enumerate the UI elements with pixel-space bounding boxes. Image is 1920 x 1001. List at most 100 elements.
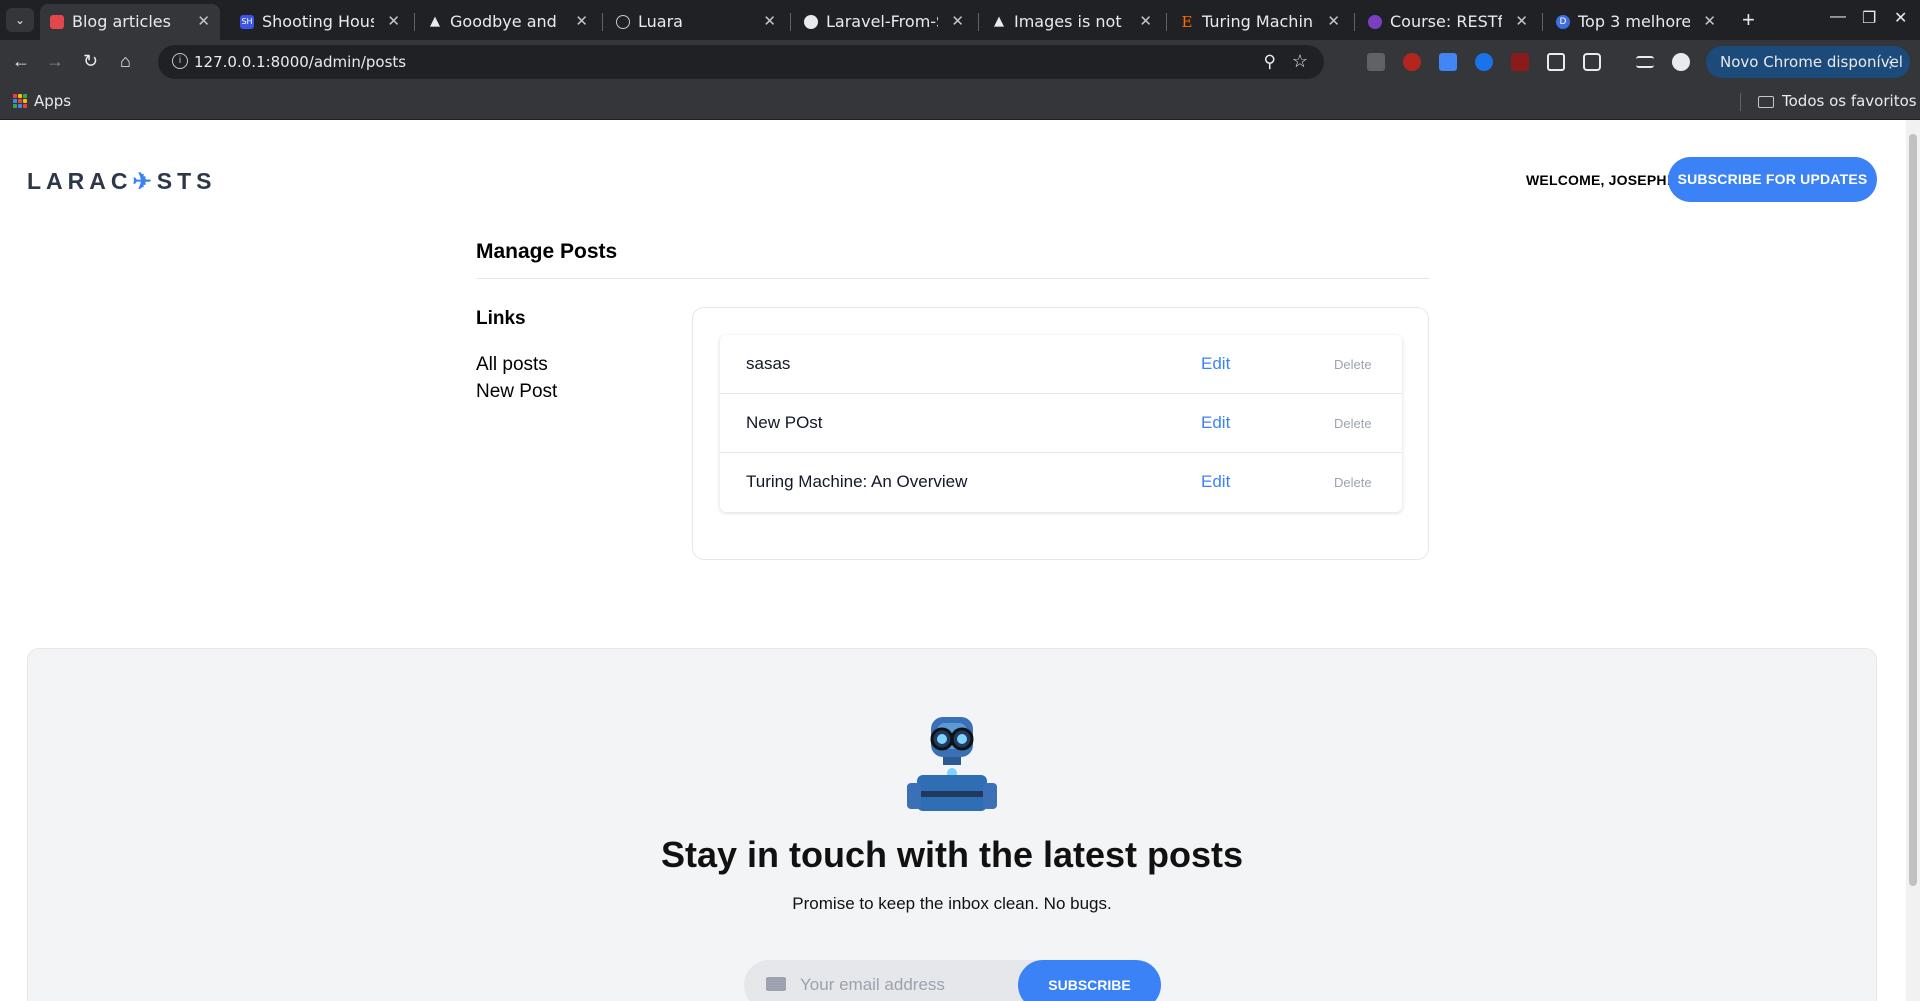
subscribe-for-updates-button[interactable]: SUBSCRIBE FOR UPDATES bbox=[1668, 157, 1877, 202]
tab-title: Blog articles bbox=[72, 12, 171, 31]
chrome-update-button[interactable]: Novo Chrome disponível ⋮ bbox=[1706, 46, 1910, 78]
close-tab-icon[interactable]: ✕ bbox=[1327, 12, 1340, 30]
apps-grid-icon[interactable] bbox=[13, 94, 27, 108]
delete-post-button[interactable]: Delete bbox=[1334, 416, 1372, 431]
tab-extension-icon[interactable] bbox=[1547, 53, 1565, 71]
scrollbar-thumb[interactable] bbox=[1909, 134, 1917, 886]
new-post-link[interactable]: New Post bbox=[476, 381, 557, 403]
new-tab-button[interactable]: + bbox=[1742, 7, 1755, 33]
edit-post-link[interactable]: Edit bbox=[1201, 413, 1230, 433]
triangle-favicon-icon: ▲ bbox=[430, 14, 440, 29]
close-tab-icon[interactable]: ✕ bbox=[1515, 12, 1528, 30]
zoom-icon[interactable]: ⚲ bbox=[1264, 52, 1276, 72]
links-heading: Links bbox=[476, 308, 526, 329]
folder-icon bbox=[1758, 96, 1774, 108]
laracasts-logo[interactable]: LARAC✈STS bbox=[27, 168, 217, 195]
openai-favicon-icon bbox=[616, 15, 630, 29]
laravel-favicon-icon bbox=[50, 15, 64, 29]
ublock-extension-icon[interactable] bbox=[1403, 53, 1421, 71]
browser-toolbar: ← → ↻ ⌂ i 127.0.0.1:8000/admin/posts ⚲ ☆… bbox=[0, 40, 1920, 84]
close-tab-icon[interactable]: ✕ bbox=[1139, 12, 1152, 30]
close-window-icon[interactable]: ✕ bbox=[1894, 8, 1907, 28]
newsletter-subtitle: Promise to keep the inbox clean. No bugs… bbox=[792, 894, 1112, 913]
reload-icon[interactable]: ↻ bbox=[83, 51, 98, 72]
edit-post-link[interactable]: Edit bbox=[1201, 472, 1230, 492]
triangle-favicon-icon: ▲ bbox=[994, 14, 1004, 29]
restore-icon[interactable]: ❐ bbox=[1862, 8, 1876, 28]
h-extension-icon[interactable] bbox=[1511, 53, 1529, 71]
subscribe-button[interactable]: SUBSCRIBE bbox=[1018, 960, 1161, 1001]
course-favicon-icon bbox=[1368, 15, 1382, 29]
tab-luara[interactable]: Luara ✕ bbox=[606, 4, 786, 40]
tab-top3[interactable]: D Top 3 melhores a ✕ bbox=[1546, 4, 1726, 40]
close-tab-icon[interactable]: ✕ bbox=[387, 12, 400, 30]
shazam-extension-icon[interactable] bbox=[1475, 53, 1493, 71]
delete-post-button[interactable]: Delete bbox=[1334, 357, 1372, 372]
encyclopedia-favicon-icon: E bbox=[1181, 13, 1193, 31]
apps-bookmark[interactable]: Apps bbox=[34, 92, 71, 110]
tab-title: Laravel-From-Scr bbox=[826, 12, 938, 31]
minimize-icon[interactable]: — bbox=[1830, 8, 1846, 26]
tab-divider bbox=[978, 13, 979, 31]
github-favicon-icon bbox=[804, 15, 818, 29]
paper-plane-icon: ✈ bbox=[132, 168, 157, 194]
post-title: New POst bbox=[746, 413, 823, 432]
bookmarks-bar: Apps Todos os favoritos bbox=[0, 84, 1920, 120]
delete-post-button[interactable]: Delete bbox=[1334, 475, 1372, 490]
page-viewport: LARAC✈STS WELCOME, JOSEPH! SUBSCRIBE FOR… bbox=[0, 120, 1920, 1001]
table-row: Turing Machine: An Overview Edit Delete bbox=[720, 453, 1402, 512]
close-tab-icon[interactable]: ✕ bbox=[575, 12, 588, 30]
tab-images[interactable]: ▲ Images is not disp ✕ bbox=[982, 4, 1162, 40]
tab-title: Top 3 melhores a bbox=[1578, 12, 1690, 31]
tab-blog-articles[interactable]: Blog articles ✕ bbox=[40, 4, 220, 40]
tab-github[interactable]: Laravel-From-Scr ✕ bbox=[794, 4, 974, 40]
tab-search-button[interactable]: ⌄ bbox=[6, 8, 34, 32]
robot-mascot-icon bbox=[907, 717, 997, 811]
tab-strip: ⌄ Blog articles ✕ SH Shooting House ✕ ▲ … bbox=[0, 0, 1920, 40]
bookmark-divider bbox=[1740, 93, 1741, 111]
address-bar[interactable]: i 127.0.0.1:8000/admin/posts ⚲ ☆ bbox=[158, 45, 1324, 79]
chrome-update-label: Novo Chrome disponível bbox=[1720, 53, 1903, 71]
close-tab-icon[interactable]: ✕ bbox=[763, 12, 776, 30]
puzzle-extensions-icon[interactable] bbox=[1583, 53, 1601, 71]
tab-course[interactable]: Course: RESTful A ✕ bbox=[1358, 4, 1538, 40]
page-title: Manage Posts bbox=[476, 240, 618, 263]
site-info-icon[interactable]: i bbox=[172, 53, 188, 69]
tab-turing[interactable]: E Turing Machine - ✕ bbox=[1170, 4, 1350, 40]
edit-post-link[interactable]: Edit bbox=[1201, 354, 1230, 374]
tab-title: Turing Machine - bbox=[1202, 12, 1314, 31]
tab-shooting-house[interactable]: SH Shooting House ✕ bbox=[230, 4, 410, 40]
tab-title: Images is not disp bbox=[1014, 12, 1126, 31]
bookmark-star-icon[interactable]: ☆ bbox=[1292, 51, 1308, 72]
table-row: sasas Edit Delete bbox=[720, 335, 1402, 394]
profile-avatar-icon[interactable] bbox=[1672, 53, 1690, 71]
kebab-menu-icon[interactable]: ⋮ bbox=[1883, 46, 1898, 78]
url-text[interactable]: 127.0.0.1:8000/admin/posts bbox=[194, 53, 406, 71]
tab-divider bbox=[602, 13, 603, 31]
welcome-text: WELCOME, JOSEPH! bbox=[1526, 172, 1672, 188]
newsletter-form: SUBSCRIBE bbox=[744, 960, 1161, 1001]
all-posts-link[interactable]: All posts bbox=[476, 354, 548, 376]
mail-icon bbox=[766, 977, 786, 991]
devtools-extension-icon[interactable] bbox=[1367, 53, 1385, 71]
title-divider bbox=[476, 278, 1429, 279]
d-favicon-icon: D bbox=[1556, 15, 1570, 29]
all-bookmarks-folder[interactable]: Todos os favoritos bbox=[1782, 92, 1917, 110]
close-tab-icon[interactable]: ✕ bbox=[1703, 12, 1716, 30]
translate-extension-icon[interactable] bbox=[1439, 53, 1457, 71]
close-tab-icon[interactable]: ✕ bbox=[951, 12, 964, 30]
home-icon[interactable]: ⌂ bbox=[120, 51, 131, 72]
page-scrollbar[interactable] bbox=[1906, 120, 1920, 1001]
email-input[interactable] bbox=[800, 960, 1010, 1001]
tab-goodbye[interactable]: ▲ Goodbye and Ne ✕ bbox=[418, 4, 598, 40]
tab-divider bbox=[790, 13, 791, 31]
tab-divider bbox=[414, 13, 415, 31]
close-tab-icon[interactable]: ✕ bbox=[197, 12, 210, 30]
table-row: New POst Edit Delete bbox=[720, 394, 1402, 453]
back-icon[interactable]: ← bbox=[12, 51, 30, 72]
tab-divider bbox=[1166, 13, 1167, 31]
shooting-house-favicon-icon: SH bbox=[240, 15, 254, 29]
media-control-icon[interactable] bbox=[1636, 56, 1654, 68]
tab-title: Course: RESTful A bbox=[1390, 12, 1502, 31]
forward-icon[interactable]: → bbox=[46, 51, 64, 72]
